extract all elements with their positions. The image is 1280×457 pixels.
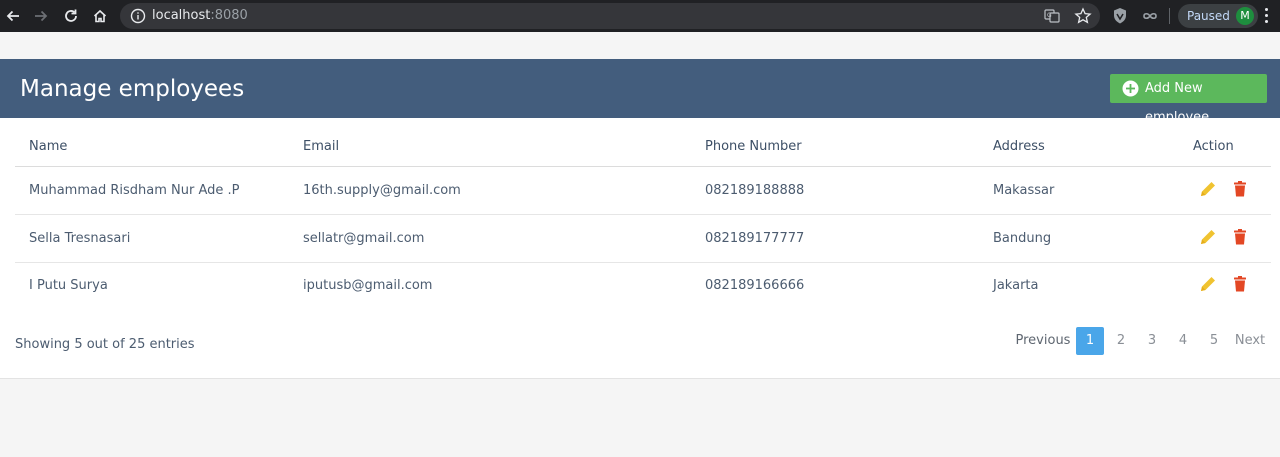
translate-icon[interactable]: G (1044, 8, 1060, 24)
avatar: M (1236, 7, 1254, 25)
header-divider (15, 166, 1271, 167)
delete-icon[interactable] (1231, 228, 1249, 246)
cell-email: iputusb@gmail.com (303, 278, 433, 293)
cell-email: sellatr@gmail.com (303, 231, 425, 246)
pagination-next[interactable]: Next (1231, 327, 1269, 355)
cell-email: 16th.supply@gmail.com (303, 183, 461, 198)
cell-address: Jakarta (993, 278, 1039, 293)
column-header-email: Email (303, 139, 340, 154)
column-header-phone: Phone Number (705, 139, 802, 154)
edit-icon[interactable] (1199, 275, 1217, 293)
pagination-page-1[interactable]: 1 (1076, 327, 1104, 355)
profile-button[interactable]: Paused M (1178, 4, 1258, 28)
cell-phone: 082189188888 (705, 183, 805, 198)
svg-text:G: G (1047, 12, 1052, 19)
delete-icon[interactable] (1231, 180, 1249, 198)
toolbar-divider (1169, 8, 1170, 24)
cell-name: Muhammad Risdham Nur Ade .P (29, 183, 240, 198)
employees-card: Manage employees Add New employee Name E… (0, 59, 1280, 379)
cell-address: Makassar (993, 183, 1055, 198)
cell-phone: 082189177777 (705, 231, 805, 246)
info-icon[interactable] (130, 8, 146, 24)
pagination-page-4[interactable]: 4 (1169, 327, 1197, 355)
column-header-address: Address (993, 139, 1045, 154)
add-employee-label: Add New employee (1145, 81, 1210, 125)
entries-hint: Showing 5 out of 25 entries (15, 337, 195, 352)
menu-icon[interactable] (1265, 8, 1269, 24)
shield-extension-icon[interactable] (1110, 6, 1130, 26)
edit-icon[interactable] (1199, 228, 1217, 246)
url-port: :8080 (210, 8, 248, 23)
cell-address: Bandung (993, 231, 1052, 246)
browser-toolbar: localhost:8080 G Paused M (0, 0, 1280, 32)
column-header-action: Action (1193, 139, 1234, 154)
pagination-page-3[interactable]: 3 (1138, 327, 1166, 355)
url-host: localhost (152, 8, 211, 23)
pagination-page-5[interactable]: 5 (1200, 327, 1228, 355)
edit-icon[interactable] (1199, 180, 1217, 198)
bookmark-star-icon[interactable] (1074, 7, 1092, 25)
row-divider (15, 214, 1271, 215)
url-text: localhost:8080 (152, 7, 248, 25)
cell-phone: 082189166666 (705, 278, 805, 293)
pagination-previous[interactable]: Previous (1014, 327, 1072, 355)
cell-name: I Putu Surya (29, 278, 108, 293)
infinity-extension-icon[interactable] (1140, 6, 1160, 26)
plus-circle-icon (1122, 80, 1139, 97)
back-icon[interactable] (1, 4, 25, 28)
delete-icon[interactable] (1231, 275, 1249, 293)
profile-status-text: Paused (1187, 9, 1230, 23)
page-title: Manage employees (20, 76, 245, 102)
add-employee-button[interactable]: Add New employee (1110, 74, 1267, 125)
row-divider (15, 262, 1271, 263)
cell-name: Sella Tresnasari (29, 231, 131, 246)
column-header-name: Name (29, 139, 68, 154)
address-bar[interactable]: localhost:8080 G (120, 3, 1100, 29)
forward-icon[interactable] (29, 4, 53, 28)
card-header: Manage employees Add New employee (0, 59, 1280, 125)
home-icon[interactable] (88, 4, 112, 28)
reload-icon[interactable] (59, 4, 83, 28)
pagination-page-2[interactable]: 2 (1107, 327, 1135, 355)
